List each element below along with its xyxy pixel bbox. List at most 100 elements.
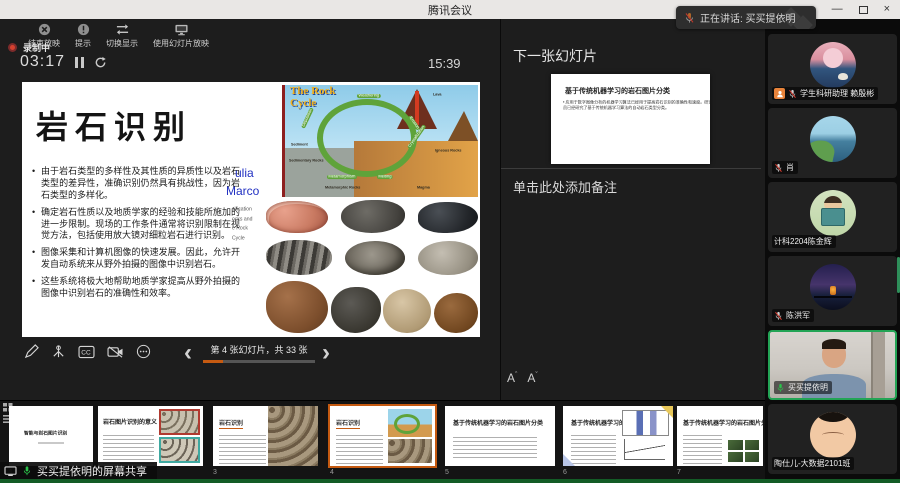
avatar: [810, 412, 856, 458]
end-show-icon: [38, 23, 51, 36]
cycle-ring: [317, 99, 417, 177]
maximize-button[interactable]: [859, 6, 868, 14]
slide-bullet: 这些系统将极大地帮助地质学家提高从野外拍摄的图像中识别岩石的准确性和效率。: [32, 276, 240, 300]
thumbnail-number: 6: [563, 469, 567, 476]
slide-counter: 第 4 张幻灯片，共 33 张: [203, 343, 315, 363]
wall-clock: 15:39: [428, 56, 461, 71]
thumbnail-slide-2[interactable]: 岩石图片识别的意义: [98, 406, 203, 466]
speaking-indicator: 正在讲话: 买买提依明: [676, 6, 816, 29]
close-button[interactable]: ×: [884, 0, 890, 19]
notes-font-decrease-button[interactable]: Aˇ: [527, 371, 537, 385]
window-title: 腾讯会议: [428, 2, 472, 18]
rock-photo: [266, 201, 328, 233]
mic-icon: [684, 12, 695, 24]
pen-tool-button[interactable]: [24, 344, 39, 359]
thumbnail-slide-5[interactable]: 基于传统机器学习的岩石图片分类: [445, 406, 555, 466]
slideshow-icon: [174, 23, 189, 36]
more-tools-button[interactable]: [136, 344, 151, 359]
rock-photo: [434, 293, 478, 333]
slide-title: 岩石识别: [36, 102, 192, 148]
author-text: Marco: [226, 184, 259, 198]
next-slide-panel: 下一张幻灯片 基于传统机器学习的岩石图片分类 • 应用于数字图像分析的机器学习算…: [500, 19, 763, 400]
slide-timer: 03:17: [20, 53, 65, 71]
subtitles-cc-button[interactable]: CC: [78, 345, 95, 359]
slide-bullet: 确定岩石性质以及地质学家的经验和技能所施加的进一步限制。现场的工作条件通常将识别…: [32, 207, 240, 243]
participant-name: 陈洪军: [786, 310, 810, 321]
participant-tile[interactable]: 学生科研助理 赖殷彬: [768, 34, 897, 104]
thumbnail-slide-3[interactable]: 岩石识别: [213, 406, 318, 466]
share-border: [0, 479, 900, 483]
next-slide-preview: 基于传统机器学习的岩石图片分类 • 应用于数字图像分析的机器学习算法已经用于提高…: [551, 74, 710, 164]
rock-photo: [345, 241, 405, 275]
lava-art: [415, 91, 419, 125]
role-icon: [774, 88, 785, 99]
use-slideshow-button[interactable]: 使用幻灯片放映: [153, 23, 209, 49]
mic-active-icon: [22, 465, 32, 477]
participant-name: 买买提依明: [788, 382, 828, 393]
rock-photo: [418, 241, 478, 275]
cycle-title: The Rock Cycle: [290, 86, 336, 109]
tips-icon: [77, 23, 90, 36]
restart-timer-button[interactable]: [94, 56, 107, 69]
thumbnail-number: 4: [330, 469, 334, 476]
participant-tile-speaking[interactable]: 买买提依明: [768, 330, 897, 400]
thumbnail-slide-4-selected[interactable]: 岩石识别: [330, 406, 435, 466]
thumbnail-number: 3: [213, 469, 217, 476]
slide-progress-bar: [203, 360, 315, 363]
mic-muted-icon: [774, 311, 783, 321]
mic-active-icon: [776, 383, 785, 393]
laser-pointer-button[interactable]: [51, 344, 66, 359]
participant-name: 肖: [786, 162, 794, 173]
slide-bullet: 由于岩石类型的多样性及其性质的异质性以及岩石类型的差异性，准确识别仍然具有挑战性…: [32, 166, 240, 202]
thumbnail-slide-7[interactable]: 基于传统机器学习的岩石图片分类: [677, 406, 763, 466]
rock-photo: [266, 240, 332, 275]
slide-bullet: 图像采集和计算机图像的快速发展。因此，允许开发自动系统来从野外拍摄的图像中识别岩…: [32, 247, 240, 271]
rock-photo: [331, 287, 381, 333]
rock-photos: [266, 200, 478, 333]
svg-text:CC: CC: [81, 349, 91, 356]
participant-tile[interactable]: 肖: [768, 108, 897, 178]
participant-tile[interactable]: 陶仕儿-大数据2101班: [768, 404, 897, 474]
participant-name: 计科2204陈金辉: [774, 236, 832, 247]
minimize-button[interactable]: —: [832, 0, 843, 19]
avatar: [810, 42, 856, 88]
participant-name: 学生科研助理 赖殷彬: [800, 88, 874, 99]
rock-photo: [341, 200, 405, 233]
switch-display-button[interactable]: 切换显示: [106, 23, 138, 49]
next-slide-body: • 应用于数字图像分析的机器学习算法已经用于提高岩石识别的准确性和速度。研究人员…: [563, 100, 710, 111]
rock-photo: [383, 289, 431, 333]
rock-photo: [266, 281, 328, 333]
mountain-art: [448, 111, 478, 141]
participant-tile[interactable]: 陈洪军: [768, 256, 897, 326]
notes-font-increase-button[interactable]: Aˆ: [507, 371, 517, 385]
slide-bullet-list: 由于岩石类型的多样性及其性质的异质性以及岩石类型的差异性，准确识别仍然具有挑战性…: [32, 166, 240, 305]
next-slide-button[interactable]: ›: [322, 341, 330, 365]
thumbnail-number: 7: [677, 469, 681, 476]
thumbnail-slide-6[interactable]: 基于传统机器学习的岩石图片分类: [563, 406, 673, 466]
share-banner-text: 买买提依明的屏幕共享: [37, 463, 147, 479]
rock-photo: [418, 202, 478, 233]
camera-off-button[interactable]: [107, 345, 124, 359]
next-slide-header: 下一张幻灯片: [513, 46, 597, 66]
notes-placeholder[interactable]: 单击此处添加备注: [513, 177, 617, 196]
record-dot-icon: [8, 43, 17, 52]
author-text: ulia: [235, 166, 254, 180]
screen-share-icon: [4, 466, 17, 477]
tips-button[interactable]: 提示: [75, 23, 91, 49]
participant-tile[interactable]: 计科2204陈金辉: [768, 182, 897, 252]
participant-name: 陶仕儿-大数据2101班: [774, 458, 850, 469]
previous-slide-button[interactable]: ‹: [184, 341, 192, 365]
rock-cycle-image: The Rock Cycle Weathering Erosion Crysta…: [282, 85, 478, 197]
screen-share-banner: 买买提依明的屏幕共享: [0, 462, 157, 480]
caption-fragments: sification ocks and e Rock Cycle: [232, 206, 256, 244]
avatar: [810, 116, 856, 162]
pause-timer-button[interactable]: [75, 57, 84, 68]
notes-divider: [501, 168, 761, 169]
switch-display-icon: [115, 23, 130, 36]
next-slide-title: 基于传统机器学习的岩石图片分类: [565, 86, 702, 96]
avatar: [810, 264, 856, 310]
tencent-meeting-window: 腾讯会议 — × 正在讲话: 买买提依明 结束放映: [0, 0, 900, 483]
avatar: [810, 190, 856, 236]
mic-muted-icon: [774, 163, 783, 173]
thumbnail-slide-1[interactable]: 智能与岩石图片识别: [9, 406, 93, 466]
